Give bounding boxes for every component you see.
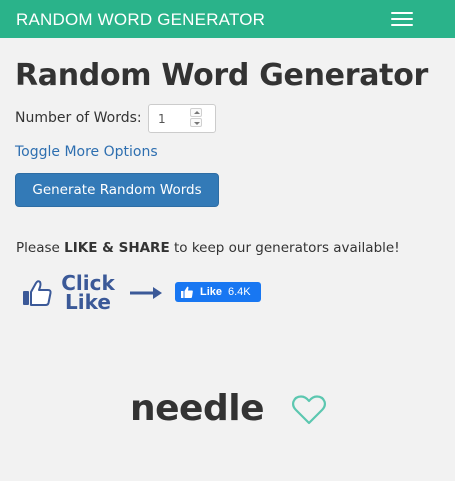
number-of-words-label: Number of Words: <box>15 110 142 126</box>
thumbs-up-icon <box>23 280 52 306</box>
click-like-text: Click Like <box>55 273 121 314</box>
top-navbar: RANDOM WORD GENERATOR <box>0 0 455 38</box>
hamburger-menu-icon[interactable] <box>389 9 417 29</box>
arrow-right-icon <box>130 287 162 299</box>
share-message: Please LIKE & SHARE to keep our generato… <box>16 238 400 258</box>
share-prefix: Please <box>16 240 65 256</box>
share-emphasis: LIKE & SHARE <box>64 240 170 256</box>
fb-like-label: Like <box>200 286 223 298</box>
page-title: Random Word Generator <box>15 58 428 93</box>
share-suffix: to keep our generators available! <box>169 240 400 256</box>
toggle-more-options-link[interactable]: Toggle More Options <box>15 142 158 162</box>
like-text: Like <box>65 290 111 314</box>
heart-outline-icon[interactable] <box>291 394 327 426</box>
fb-like-count: 6.4K <box>228 286 251 298</box>
navbar-brand[interactable]: RANDOM WORD GENERATOR <box>16 10 265 30</box>
spinner-up-icon[interactable] <box>190 108 202 117</box>
generated-word: needle <box>130 388 265 429</box>
number-spinner[interactable] <box>188 108 204 128</box>
facebook-like-button[interactable]: Like 6.4K <box>175 282 261 302</box>
generate-random-words-button[interactable]: Generate Random Words <box>15 173 219 207</box>
fb-thumbs-up-icon <box>181 286 193 298</box>
number-of-words-input[interactable] <box>148 104 216 133</box>
spinner-down-icon[interactable] <box>190 118 202 127</box>
